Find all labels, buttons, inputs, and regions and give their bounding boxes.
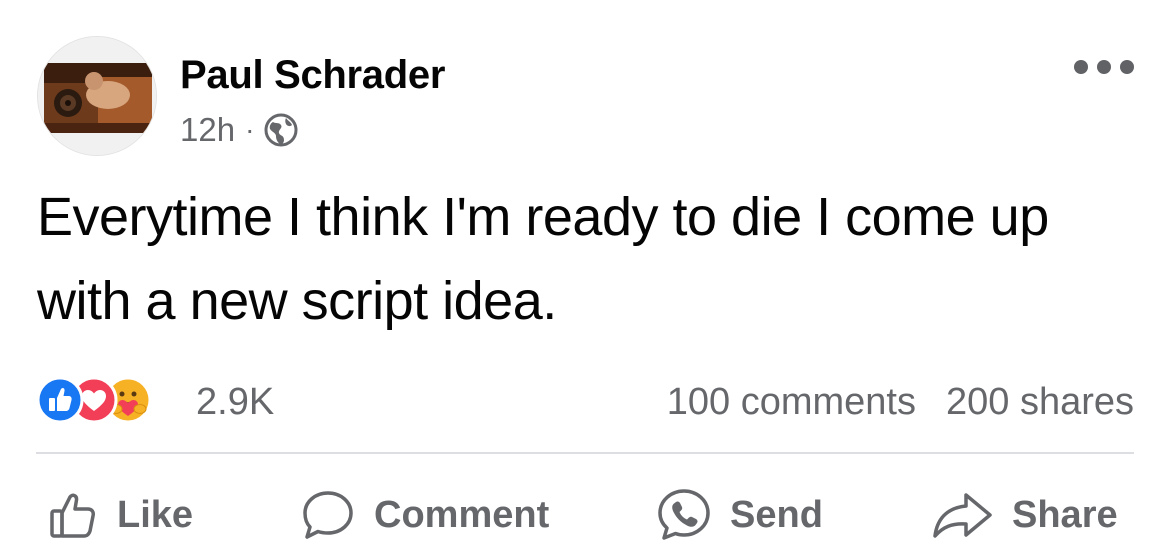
meta-separator: ·	[245, 114, 255, 145]
comments-count[interactable]: 100 comments	[667, 381, 916, 424]
like-button[interactable]: Like	[47, 480, 193, 550]
more-dot	[1120, 60, 1134, 74]
share-button[interactable]: Share	[930, 480, 1118, 550]
reaction-count[interactable]: 2.9K	[196, 381, 274, 424]
send-button[interactable]: Send	[656, 480, 823, 550]
like-reaction-icon	[36, 376, 84, 424]
like-label: Like	[117, 493, 194, 536]
send-label: Send	[730, 493, 823, 536]
thumbs-up-icon	[50, 493, 95, 538]
more-dot	[1074, 60, 1088, 74]
reaction-icons[interactable]	[36, 376, 196, 426]
post-text: Everytime I think I'm ready to die I com…	[37, 187, 1049, 331]
messenger-phone-icon	[658, 489, 710, 540]
more-options-icon[interactable]	[1074, 52, 1134, 82]
comment-bubble-icon	[303, 491, 353, 539]
post-meta: 12h ·	[180, 110, 298, 150]
shares-count[interactable]: 200 shares	[946, 381, 1134, 424]
globe-icon[interactable]	[264, 113, 298, 147]
share-arrow-icon	[933, 493, 992, 538]
comment-button[interactable]: Comment	[300, 480, 549, 550]
author-name[interactable]: Paul Schrader	[180, 53, 445, 98]
comment-label: Comment	[374, 493, 550, 536]
facebook-post: Paul Schrader 12h · Everytime I think I'…	[0, 0, 1170, 555]
share-label: Share	[1012, 493, 1118, 536]
divider	[36, 452, 1134, 454]
author-avatar[interactable]	[37, 36, 157, 156]
reactions-row: 2.9K 100 comments 200 shares	[36, 372, 1134, 428]
more-dot	[1097, 60, 1111, 74]
avatar-photo	[38, 37, 156, 155]
engagement-stats: 100 comments 200 shares	[667, 381, 1134, 424]
post-timestamp[interactable]: 12h	[180, 111, 235, 149]
action-bar: Like Comment Send Share	[0, 480, 1170, 550]
